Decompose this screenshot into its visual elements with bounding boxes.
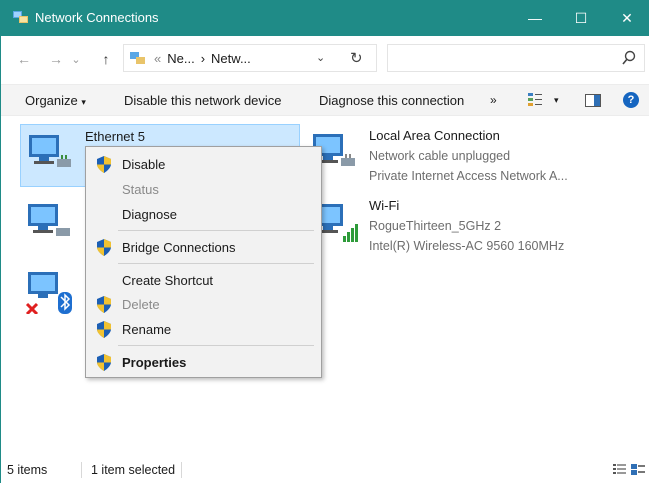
network-connections-location-icon [130, 52, 145, 64]
organize-menu[interactable]: Organize ▾ [25, 93, 86, 108]
breadcrumb-network[interactable]: Ne... [167, 51, 194, 66]
maximize-icon: ☐ [574, 9, 588, 26]
disable-device-button[interactable]: Disable this network device [124, 93, 282, 108]
address-dropdown-icon[interactable]: ⌄ [316, 51, 325, 64]
address-bar[interactable]: « Ne... › Netw... ⌄ ↻ [123, 44, 377, 72]
ethernet-adapter-icon [29, 135, 71, 167]
details-view-icon[interactable] [613, 463, 626, 476]
uac-shield-icon [97, 156, 111, 173]
navigation-bar: ← → ⌄ ↑ « Ne... › Netw... ⌄ ↻ [1, 36, 649, 84]
connection-ssid: RogueThirteen_5GHz 2 [369, 219, 502, 233]
search-box[interactable] [387, 44, 645, 72]
menu-item-delete[interactable]: Delete [88, 293, 319, 316]
menu-item-label: Create Shortcut [122, 273, 214, 288]
connection-tile-wi-fi[interactable]: Wi-Fi RogueThirteen_5GHz 2 Intel(R) Wire… [305, 194, 605, 257]
window-title: Network Connections [35, 10, 159, 25]
selection-count: 1 item selected [91, 463, 176, 477]
connection-name: Wi-Fi [369, 198, 400, 213]
menu-item-label: Delete [122, 297, 160, 312]
breadcrumb-overflow-icon[interactable]: « [154, 51, 161, 66]
menu-item-label: Status [122, 182, 159, 197]
menu-item-disable[interactable]: Disable [88, 153, 319, 176]
menu-item-properties[interactable]: Properties [88, 351, 319, 374]
connection-tile-obscured-2[interactable] [20, 194, 80, 254]
command-bar: Organize ▾ Disable this network device D… [1, 84, 649, 116]
menu-item-bridge-connections[interactable]: Bridge Connections [88, 236, 319, 259]
menu-item-rename[interactable]: Rename [88, 318, 319, 341]
minimize-icon: — [528, 10, 542, 26]
up-button[interactable]: ↑ [95, 48, 117, 70]
menu-item-diagnose[interactable]: Diagnose [88, 203, 319, 226]
uac-shield-icon [97, 354, 111, 371]
minimize-button[interactable]: — [512, 0, 558, 36]
refresh-icon[interactable]: ↻ [350, 49, 363, 67]
ethernet-adapter-icon [28, 204, 70, 236]
menu-item-label: Disable [122, 157, 166, 172]
connection-tile-bluetooth[interactable] [20, 262, 80, 322]
status-bar: 5 items 1 item selected [1, 456, 649, 483]
connection-name: Ethernet 5 [85, 129, 145, 144]
tiles-view-icon[interactable] [631, 463, 645, 476]
connection-name: Local Area Connection [369, 128, 500, 143]
menu-item-label: Rename [122, 322, 172, 337]
preview-pane-icon[interactable] [585, 94, 601, 107]
menu-item-label: Bridge Connections [122, 240, 236, 255]
back-button[interactable]: ← [13, 48, 35, 70]
view-options-chevron-icon[interactable]: ▾ [554, 95, 559, 106]
context-menu: Disable Status Diagnose Bridge Connectio… [85, 146, 322, 378]
back-arrow-icon: ← [17, 51, 31, 67]
close-icon: ✕ [621, 9, 633, 26]
menu-item-create-shortcut[interactable]: Create Shortcut [88, 269, 319, 292]
help-icon[interactable]: ? [623, 92, 639, 108]
forward-button[interactable]: → [45, 48, 67, 70]
forward-arrow-icon: → [49, 51, 63, 67]
breadcrumb-network-connections[interactable]: Netw... [211, 51, 251, 66]
chevron-down-icon: ⌄ [71, 53, 81, 66]
search-icon [622, 50, 636, 65]
uac-shield-icon [97, 296, 111, 313]
change-view-icon[interactable] [528, 93, 542, 107]
breadcrumb-separator-icon: › [200, 51, 206, 66]
connection-status: Network cable unplugged [369, 149, 511, 163]
up-arrow-icon: ↑ [102, 51, 110, 67]
bluetooth-adapter-disconnected-icon [25, 272, 72, 314]
diagnose-connection-button[interactable]: Diagnose this connection [319, 93, 464, 108]
connection-adapter: Intel(R) Wireless-AC 9560 160MHz [369, 239, 565, 253]
recent-locations-button[interactable]: ⌄ [65, 48, 87, 70]
connection-tile-local-area-connection[interactable]: Local Area Connection Network cable unpl… [305, 124, 605, 187]
status-separator [181, 462, 182, 478]
menu-separator [118, 345, 314, 346]
close-button[interactable]: ✕ [604, 0, 649, 36]
maximize-button[interactable]: ☐ [558, 0, 604, 36]
uac-shield-icon [97, 239, 111, 256]
title-bar[interactable]: Network Connections — ☐ ✕ [1, 0, 649, 36]
menu-separator [118, 263, 314, 264]
item-count: 5 items [7, 463, 48, 477]
status-separator [81, 462, 82, 478]
chevron-down-icon: ▾ [81, 97, 86, 107]
menu-item-status[interactable]: Status [88, 178, 319, 201]
menu-separator [118, 230, 314, 231]
more-commands-icon[interactable]: » [490, 93, 497, 107]
network-connections-window: Network Connections — ☐ ✕ ← → ⌄ ↑ « Ne...… [0, 0, 649, 483]
network-connections-app-icon [13, 11, 28, 23]
menu-item-label: Diagnose [122, 207, 177, 222]
connection-adapter: Private Internet Access Network A... [369, 169, 568, 183]
menu-item-label: Properties [122, 355, 187, 370]
uac-shield-icon [97, 321, 111, 338]
